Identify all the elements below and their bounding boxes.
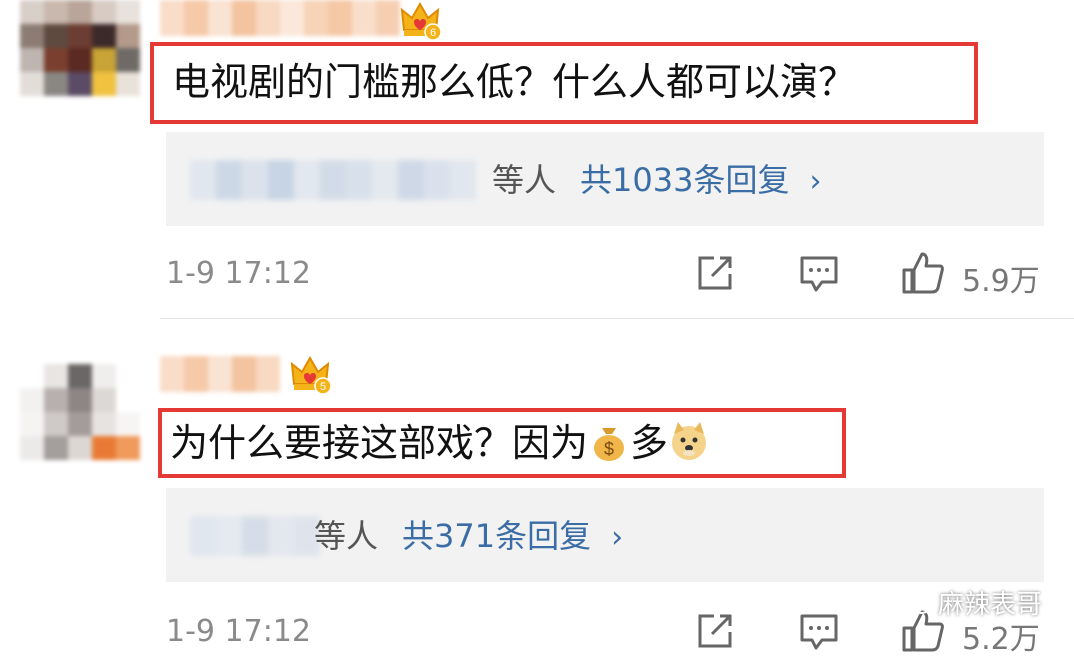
wechat-icon bbox=[897, 589, 932, 614]
comment-meta: 1-9 17:12 5.9万 bbox=[166, 250, 1046, 300]
divider bbox=[160, 318, 1074, 319]
reply-summary[interactable]: 等人 共371条回复 › bbox=[314, 514, 623, 560]
repost-icon[interactable] bbox=[692, 250, 738, 296]
view-replies-link[interactable]: 共1033条回复 bbox=[580, 161, 789, 199]
timestamp: 1-9 17:12 bbox=[166, 614, 311, 649]
timestamp: 1-9 17:12 bbox=[166, 256, 311, 291]
crown-badge-icon: 5 bbox=[290, 355, 332, 394]
chevron-right-icon: › bbox=[809, 164, 822, 199]
avatar[interactable] bbox=[20, 364, 140, 460]
username[interactable] bbox=[160, 0, 400, 36]
watermark: 麻辣表哥 bbox=[896, 582, 1042, 622]
chevron-right-icon: › bbox=[611, 520, 624, 555]
like-icon[interactable] bbox=[900, 250, 946, 296]
comment-text: 为什么要接这部戏？因为 $ 多 bbox=[170, 420, 710, 465]
crown-badge-icon: 6 bbox=[400, 1, 442, 40]
highlight-box: 电视剧的门槛那么低？什么人都可以演？ bbox=[150, 42, 978, 124]
repost-icon[interactable] bbox=[692, 608, 738, 654]
comment-text: 电视剧的门槛那么低？什么人都可以演？ bbox=[172, 60, 857, 104]
reply-usernames bbox=[190, 516, 320, 556]
reply-usernames bbox=[190, 160, 476, 200]
money-bag-emoji: $ bbox=[594, 428, 625, 461]
doge-emoji bbox=[672, 422, 707, 460]
svg-text:$: $ bbox=[604, 439, 614, 459]
watermark-text: 麻辣表哥 bbox=[938, 589, 1043, 620]
comment-item: 6 电视剧的门槛那么低？什么人都可以演？ 等人 共1033条回复 › 1-9 17:… bbox=[0, 0, 1074, 318]
svg-text:6: 6 bbox=[430, 27, 436, 39]
highlight-box: 为什么要接这部戏？因为 $ 多 bbox=[158, 408, 846, 478]
reply-panel[interactable]: 等人 共1033条回复 › bbox=[166, 132, 1044, 226]
comment-icon[interactable] bbox=[796, 250, 842, 296]
view-replies-link[interactable]: 共371条回复 bbox=[402, 517, 591, 555]
reply-summary[interactable]: 等人 共1033条回复 › bbox=[492, 158, 821, 204]
username[interactable] bbox=[160, 356, 280, 392]
comment-icon[interactable] bbox=[796, 608, 842, 654]
avatar[interactable] bbox=[20, 0, 140, 96]
svg-text:5: 5 bbox=[320, 381, 326, 393]
like-count: 5.9万 bbox=[962, 264, 1040, 299]
reply-panel[interactable]: 等人 共371条回复 › bbox=[166, 488, 1044, 582]
